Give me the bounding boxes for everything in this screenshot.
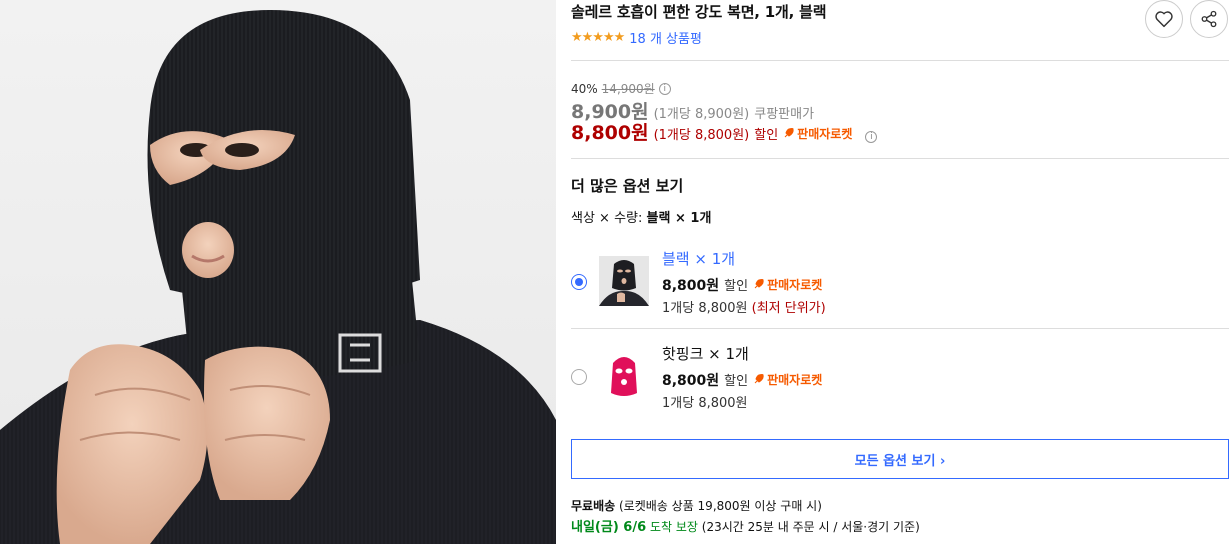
option-name: 핫핑크 × 1개 (662, 345, 749, 363)
sale-label: 할인 (754, 128, 779, 143)
sale-price: 8,800원 (571, 122, 649, 144)
option-summary: 색상 × 수량: 블랙 × 1개 (571, 207, 711, 226)
sale-price-row: 8,800원 (1개당 8,800원) 할인 판매자로켓 i (571, 118, 878, 145)
divider (571, 60, 1229, 61)
info-icon[interactable]: i (658, 82, 671, 95)
balaclava-model-illustration (0, 10, 556, 544)
option-item-hotpink[interactable]: 핫핑크 × 1개 8,800원 할인 판매자로켓 1개당 8,800원 (571, 343, 1229, 423)
info-icon[interactable]: i (865, 131, 878, 143)
seller-rocket-badge: 판매자로켓 (783, 125, 852, 142)
balaclava-thumbnail (599, 351, 649, 401)
rocket-icon (754, 279, 764, 289)
option-unit-price-value: 1개당 8,800원 (662, 396, 748, 411)
wishlist-button[interactable] (1145, 0, 1183, 38)
more-options-title: 더 많은 옵션 보기 (571, 177, 684, 195)
balaclava-thumbnail (599, 256, 649, 306)
option-thumbnail-hotpink (599, 351, 649, 401)
option-price-row: 8,800원 할인 판매자로켓 (662, 370, 822, 390)
view-all-options-button[interactable]: 모든 옵션 보기 › (571, 439, 1229, 479)
product-title: 솔레르 호흡이 편한 강도 복면, 1개, 블랙 (571, 3, 827, 21)
shipping-info: 무료배송 (로켓배송 상품 19,800원 이상 구매 시) (571, 497, 822, 514)
free-shipping-label: 무료배송 (571, 499, 616, 513)
discount-rate: 40% (571, 81, 598, 96)
option-unit-price: 1개당 8,800원 (최저 단위가) (662, 297, 826, 316)
lowest-unit-note: (최저 단위가) (751, 301, 826, 316)
option-discount-label: 할인 (724, 374, 749, 389)
option-unit-price: 1개당 8,800원 (662, 392, 748, 411)
discount-row: 40% 14,900원 i (571, 80, 671, 97)
option-radio-selected[interactable] (571, 274, 587, 290)
option-discount-label: 할인 (724, 279, 749, 294)
sale-unit-price: (1개당 8,800원) (653, 128, 750, 143)
option-radio[interactable] (571, 369, 587, 385)
option-thumbnail-black (599, 256, 649, 306)
arrival-guarantee: 도착 보장 (649, 520, 698, 534)
seller-rocket-badge: 판매자로켓 (753, 276, 822, 293)
option-item-black[interactable]: 블랙 × 1개 8,800원 할인 판매자로켓 1개당 8,800원 (최저 단… (571, 248, 1229, 328)
rocket-icon (754, 374, 764, 384)
option-summary-label: 색상 × 수량: (571, 211, 643, 226)
heart-icon (1155, 11, 1173, 28)
free-shipping-note: (로켓배송 상품 19,800원 이상 구매 시) (619, 499, 822, 513)
rocket-label: 판매자로켓 (767, 277, 823, 292)
original-price: 14,900원 (601, 82, 655, 96)
option-price-row: 8,800원 할인 판매자로켓 (662, 275, 822, 295)
arrival-note: (23시간 25분 내 주문 시 / 서울·경기 기준) (701, 520, 920, 534)
rocket-icon (784, 128, 794, 138)
option-summary-value: 블랙 × 1개 (646, 211, 712, 226)
rocket-label: 판매자로켓 (797, 126, 853, 141)
share-button[interactable] (1190, 0, 1228, 38)
option-unit-price-value: 1개당 8,800원 (662, 301, 748, 316)
option-name: 블랙 × 1개 (662, 250, 736, 268)
share-icon (1201, 10, 1217, 28)
option-price: 8,800원 (662, 373, 720, 389)
arrival-day: 내일(금) 6/6 (571, 520, 647, 535)
rocket-label: 판매자로켓 (767, 372, 823, 387)
divider (571, 328, 1229, 329)
seller-rocket-badge: 판매자로켓 (753, 371, 822, 388)
product-detail-panel: 솔레르 호흡이 편한 강도 복면, 1개, 블랙 ★★★★★ 18 개 상품평 … (571, 0, 1229, 544)
star-rating-icon: ★★★★★ (571, 30, 625, 45)
option-price: 8,800원 (662, 278, 720, 294)
review-count-link[interactable]: 18 개 상품평 (629, 28, 702, 47)
delivery-estimate: 내일(금) 6/6 도착 보장 (23시간 25분 내 주문 시 / 서울·경기… (571, 516, 920, 535)
divider (571, 158, 1229, 159)
product-main-image (0, 0, 556, 544)
rating-row[interactable]: ★★★★★ 18 개 상품평 (571, 28, 702, 47)
